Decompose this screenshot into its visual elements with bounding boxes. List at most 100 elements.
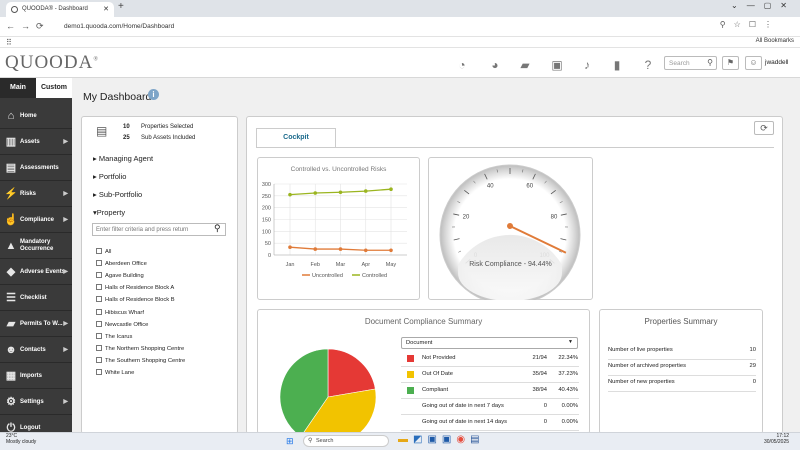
data-point[interactable] — [288, 192, 292, 197]
property-list-item[interactable]: Hibiscus Wharf — [96, 308, 144, 316]
property-list-item[interactable]: Aberdeen Office — [96, 260, 147, 267]
table-row[interactable]: Going out of date in next 7 days 0 0.00% — [401, 399, 579, 415]
bell-icon[interactable]: ♪ — [580, 58, 594, 72]
data-point[interactable] — [313, 247, 318, 251]
property-list-item[interactable]: All — [96, 248, 111, 255]
refresh-button[interactable]: ⟳ — [754, 121, 774, 135]
tab-custom[interactable]: Custom — [36, 78, 72, 98]
sidebar-item-adverse-events[interactable]: ◆ Adverse Events ▶ — [0, 259, 72, 285]
row-label: Number of new properties — [608, 379, 675, 385]
system-clock[interactable]: 17:12 30/05/2025 — [764, 433, 789, 445]
data-point[interactable] — [338, 190, 343, 195]
property-list-item[interactable]: The Northern Shopping Centre — [96, 344, 184, 352]
property-list-item[interactable]: The Southern Shopping Centre — [96, 356, 185, 364]
chevron-right-icon: ▶ — [63, 217, 68, 223]
calendar-check-icon[interactable]: ▣ — [550, 58, 564, 72]
property-list-item[interactable]: Halls of Residence Block A — [96, 284, 174, 291]
data-point[interactable] — [363, 248, 368, 253]
property-checkbox[interactable] — [96, 272, 102, 279]
property-filter-input[interactable]: Enter filter criteria and press return — [92, 223, 226, 236]
browser-nav-buttons[interactable]: ←→⟳ — [6, 21, 50, 32]
property-checkbox[interactable] — [96, 344, 102, 351]
taskbar-search[interactable]: ⚲ Search — [303, 435, 389, 447]
row-value: 10 — [749, 347, 756, 353]
document-pie-chart — [279, 348, 377, 432]
sidebar-item-checklist[interactable]: ☰ Checklist — [0, 285, 72, 311]
group-sub-portfolio[interactable]: ▸ Sub-Portfolio — [93, 190, 142, 199]
sidebar-item-contacts[interactable]: ☻ Contacts ▶ — [0, 337, 72, 363]
property-list-item[interactable]: Halls of Residence Block B — [96, 296, 175, 303]
user-settings-button[interactable]: ☺ — [745, 56, 762, 70]
bookmark-icon[interactable]: ▮ — [610, 58, 624, 72]
new-tab-icon[interactable]: + — [118, 1, 124, 12]
data-point[interactable] — [389, 248, 393, 253]
windows-start-icon[interactable]: ⊞ — [286, 436, 294, 447]
pie-chart-icon[interactable]: ◕ — [488, 58, 502, 72]
quooda-logo[interactable]: QUOODA® — [5, 52, 99, 74]
taskbar-apps[interactable]: ▬◩▣▣◉▤ — [398, 434, 485, 445]
search-input[interactable]: Search ⚲ — [664, 56, 717, 70]
property-checkbox[interactable] — [96, 332, 102, 339]
table-row[interactable]: Not Provided 21/94 22.34% — [401, 351, 579, 367]
group-managing-agent[interactable]: ▸ Managing Agent — [93, 154, 153, 163]
sidebar-item-settings[interactable]: ⚙ Settings ▶ — [0, 389, 72, 415]
data-point[interactable] — [338, 247, 343, 251]
data-point[interactable] — [363, 189, 368, 193]
window-controls[interactable]: ⌄—▢✕ — [731, 1, 796, 10]
sidebar-item-permits-to-w[interactable]: ▰ Permits To W... ▶ — [0, 311, 72, 337]
property-checkbox[interactable] — [96, 296, 102, 303]
property-checkbox[interactable] — [96, 369, 102, 375]
flag-button[interactable]: ⚑ — [722, 56, 739, 70]
property-checkbox[interactable] — [96, 308, 102, 315]
group-portfolio[interactable]: ▸ Portfolio — [93, 172, 126, 181]
sidebar-item-label: Adverse Events — [20, 268, 66, 275]
property-list-item[interactable]: The Icarus — [96, 332, 132, 340]
property-checkbox[interactable] — [96, 260, 102, 267]
y-tick-label: 0 — [268, 253, 271, 259]
sidebar-item-home[interactable]: ⌂ Home — [0, 103, 72, 129]
property-list-item[interactable]: Newcastle Office — [96, 320, 148, 328]
table-row[interactable]: Compliant 38/94 40.43% — [401, 383, 579, 399]
sidebar-item-compliance[interactable]: ☝ Compliance ▶ — [0, 207, 72, 233]
property-checkbox[interactable] — [96, 320, 102, 327]
url-field[interactable]: demo1.quooda.com/Home/Dashboard — [64, 21, 174, 33]
dashboard-gauge-icon[interactable]: ◔ — [455, 58, 469, 72]
search-icon[interactable]: ⚲ — [214, 223, 221, 234]
property-name: Hibiscus Wharf — [105, 309, 144, 316]
sub-assets-label: Sub Assets Included — [141, 135, 196, 141]
property-checkbox[interactable] — [96, 248, 102, 254]
sidebar-item-imports[interactable]: ▦ Imports — [0, 363, 72, 389]
folder-icon[interactable]: ▰ — [518, 58, 532, 72]
property-list-item[interactable]: Agave Building — [96, 272, 144, 279]
help-icon[interactable]: ? — [641, 58, 655, 72]
sidebar-item-assets[interactable]: ▥ Assets ▶ — [0, 129, 72, 155]
chevron-right-icon: ▶ — [63, 269, 68, 275]
sidebar-item-label: Risks — [20, 190, 37, 197]
close-tab-icon[interactable]: ✕ — [103, 2, 109, 17]
document-type-select[interactable]: ▼ Document — [401, 337, 578, 349]
tab-cockpit[interactable]: Cockpit — [256, 128, 336, 148]
row-label: Number of archived properties — [608, 363, 686, 369]
sidebar-item-risks[interactable]: ⚡ Risks ▶ — [0, 181, 72, 207]
address-bar-icons[interactable]: ⚲☆☐⋮ — [720, 20, 780, 29]
sidebar-item-mandatory-occurrence[interactable]: ▲ Mandatory Occurrence — [0, 233, 72, 259]
weather-widget[interactable]: 23°C Mostly cloudy — [6, 433, 36, 445]
all-bookmarks-link[interactable]: All Bookmarks — [756, 38, 794, 44]
sidebar-item-label: Contacts — [20, 346, 46, 353]
property-checkbox[interactable] — [96, 356, 102, 363]
data-point[interactable] — [288, 245, 292, 249]
table-row[interactable]: Out Of Date 35/94 37.23% — [401, 367, 579, 383]
apps-grid-icon[interactable]: ⠿ — [6, 38, 12, 47]
property-checkbox[interactable] — [96, 284, 102, 291]
sidebar-item-assessments[interactable]: ▤ Assessments — [0, 155, 72, 181]
data-point[interactable] — [389, 187, 393, 192]
property-list-item[interactable]: White Lane — [96, 369, 134, 376]
table-row[interactable]: Going out of date in next 14 days 0 0.00% — [401, 415, 579, 431]
tab-main[interactable]: Main — [0, 78, 36, 98]
browser-tab[interactable]: QUOODA® - Dashboard ✕ — [6, 2, 114, 17]
pie-slice-not-provided[interactable] — [327, 348, 376, 398]
group-property[interactable]: ▾Property — [93, 208, 125, 217]
info-icon[interactable]: i — [148, 89, 159, 100]
data-point[interactable] — [313, 191, 318, 195]
search-icon[interactable]: ⚲ — [707, 58, 713, 67]
